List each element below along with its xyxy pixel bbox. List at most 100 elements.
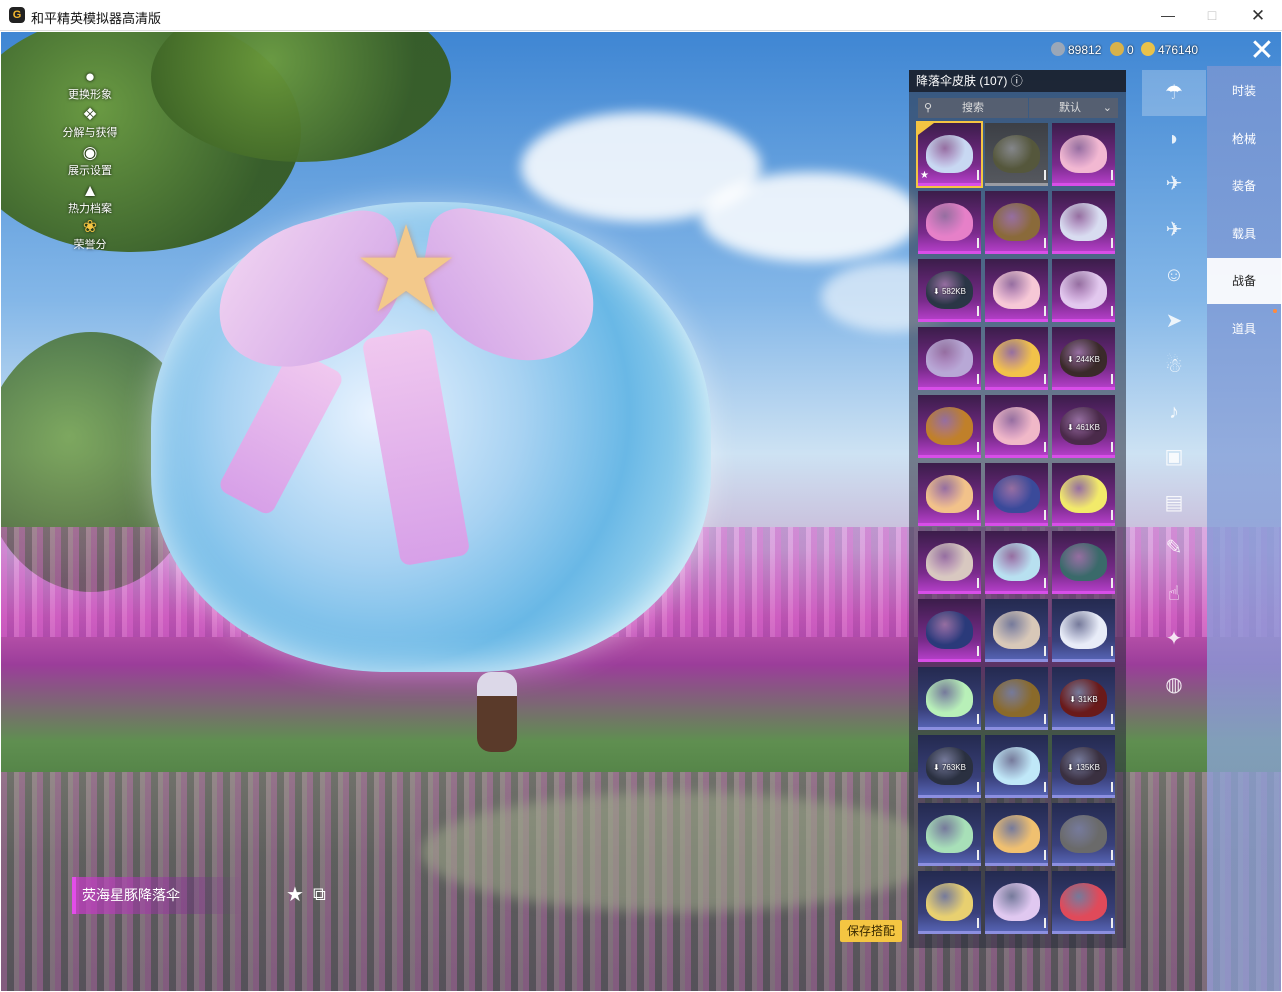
- skin-item[interactable]: [1052, 259, 1115, 322]
- download-size: ⬇ 31KB: [1069, 695, 1098, 704]
- parachute-thumbnail: [993, 679, 1040, 717]
- parachute-thumbnail: [926, 203, 973, 241]
- parachute-thumbnail: [926, 407, 973, 445]
- currency-value: 0: [1127, 43, 1134, 57]
- wand-icon[interactable]: ✦: [1142, 616, 1206, 662]
- bag-icon[interactable]: ◗: [1142, 116, 1206, 162]
- skin-item[interactable]: ⬇ 582KB: [918, 259, 981, 322]
- parachute-icon[interactable]: ☂: [1142, 70, 1206, 116]
- skin-item[interactable]: ⬇ 244KB: [1052, 327, 1115, 390]
- skin-item[interactable]: [918, 327, 981, 390]
- help-icon[interactable]: ⓘ: [1011, 74, 1023, 88]
- close-icon[interactable]: ✕: [1235, 0, 1281, 31]
- jet-icon[interactable]: ➤: [1142, 298, 1206, 344]
- speaker-icon[interactable]: ♪: [1142, 389, 1206, 435]
- skin-item[interactable]: [1052, 463, 1115, 526]
- laurel-icon: ❀: [82, 217, 98, 236]
- skin-item[interactable]: [918, 871, 981, 934]
- maximize-icon[interactable]: □: [1189, 0, 1235, 31]
- skin-item[interactable]: [985, 667, 1048, 730]
- skin-item[interactable]: [1052, 191, 1115, 254]
- tab-5[interactable]: 道具: [1207, 306, 1281, 352]
- search-icon: ⚲: [924, 102, 933, 114]
- parachute-thumbnail: [1060, 543, 1107, 581]
- parachute-thumbnail: [926, 135, 973, 173]
- skin-item[interactable]: [918, 463, 981, 526]
- spray-icon[interactable]: ✎: [1142, 525, 1206, 571]
- skin-item[interactable]: [918, 395, 981, 458]
- skin-item[interactable]: [1052, 803, 1115, 866]
- parachute-thumbnail: [926, 339, 973, 377]
- skin-item[interactable]: [918, 667, 981, 730]
- skin-item[interactable]: [985, 191, 1048, 254]
- menu-display-settings[interactable]: ◉ 展示设置: [62, 144, 118, 178]
- chest-icon[interactable]: ▣: [1142, 434, 1206, 480]
- window-title: 和平精英模拟器高清版: [31, 11, 162, 26]
- person-icon: ●: [84, 67, 96, 86]
- skin-item[interactable]: [985, 803, 1048, 866]
- skin-item[interactable]: ⬇ 31KB: [1052, 667, 1115, 730]
- menu-heat-profile[interactable]: ▲ 热力档案: [62, 182, 118, 216]
- save-outfit-button[interactable]: 保存搭配: [840, 920, 902, 942]
- parachute-thumbnail: [926, 475, 973, 513]
- glider-icon[interactable]: ✈: [1142, 161, 1206, 207]
- share-icon[interactable]: ⧉: [313, 884, 326, 905]
- skin-item[interactable]: [985, 871, 1048, 934]
- window-titlebar: G 和平精英模拟器高清版 — □ ✕: [0, 0, 1282, 31]
- skin-item[interactable]: ★: [916, 121, 983, 188]
- skin-item[interactable]: [1052, 599, 1115, 662]
- skin-item[interactable]: [1052, 871, 1115, 934]
- rarity-tick: [1044, 306, 1046, 316]
- skin-item[interactable]: [918, 531, 981, 594]
- plane-icon[interactable]: ✈: [1142, 207, 1206, 253]
- currency-value: 476140: [1158, 43, 1199, 57]
- close-wardrobe-icon[interactable]: ✕: [1242, 34, 1282, 68]
- tab-2[interactable]: 装备: [1207, 163, 1281, 209]
- menu-honor-score[interactable]: ❀ 荣誉分: [62, 218, 118, 252]
- rarity-tick: [1111, 578, 1113, 588]
- skin-item[interactable]: [985, 531, 1048, 594]
- skin-item[interactable]: [1052, 123, 1115, 186]
- rarity-tick: [977, 578, 979, 588]
- search-input[interactable]: ⚲ 搜索: [918, 98, 1028, 118]
- tab-1[interactable]: 枪械: [1207, 116, 1281, 162]
- tab-0[interactable]: 时装: [1207, 68, 1281, 114]
- category-strip: ☂ ◗ ✈ ✈ ☺ ➤ ☃ ♪ ▣ ▤ ✎ ☝ ✦ ◍: [1142, 70, 1206, 710]
- tab-3[interactable]: 载具: [1207, 211, 1281, 257]
- menu-label: 更换形象: [68, 89, 112, 101]
- rarity-tick: [977, 918, 979, 928]
- skin-item[interactable]: [985, 259, 1048, 322]
- hand-icon[interactable]: ☝: [1142, 571, 1206, 617]
- photo-frame-icon[interactable]: ▤: [1142, 480, 1206, 526]
- skin-item[interactable]: [985, 327, 1048, 390]
- tab-4[interactable]: 战备: [1207, 258, 1281, 304]
- rarity-tick: [977, 782, 979, 792]
- skin-item[interactable]: [985, 463, 1048, 526]
- pet-icon[interactable]: ☃: [1142, 343, 1206, 389]
- skin-item[interactable]: [985, 123, 1048, 186]
- skin-item[interactable]: [918, 191, 981, 254]
- saucer-icon[interactable]: ◍: [1142, 662, 1206, 708]
- menu-change-appearance[interactable]: ● 更换形象: [62, 68, 118, 102]
- parachute-thumbnail: [1060, 135, 1107, 173]
- skin-item[interactable]: [1052, 531, 1115, 594]
- skin-item[interactable]: [918, 803, 981, 866]
- rarity-tick: [1044, 442, 1046, 452]
- skin-item[interactable]: [918, 599, 981, 662]
- sort-dropdown[interactable]: 默认 ⌄: [1029, 98, 1118, 118]
- parachute-thumbnail: [926, 815, 973, 853]
- emote-icon[interactable]: ☺: [1142, 252, 1206, 298]
- skin-item[interactable]: [985, 599, 1048, 662]
- parachute-thumbnail: [993, 747, 1040, 785]
- gold-coin-icon: [1141, 42, 1155, 56]
- favorite-star-icon[interactable]: ★: [286, 882, 304, 907]
- skin-item[interactable]: [985, 395, 1048, 458]
- parachute-thumbnail: [1060, 815, 1107, 853]
- skin-item[interactable]: [985, 735, 1048, 798]
- minimize-icon[interactable]: —: [1145, 0, 1191, 31]
- skin-item[interactable]: ⬇ 461KB: [1052, 395, 1115, 458]
- skin-item[interactable]: ⬇ 763KB: [918, 735, 981, 798]
- menu-decompose[interactable]: ❖ 分解与获得: [62, 106, 118, 140]
- item-name-plate: 荧海星豚降落伞: [72, 877, 242, 914]
- skin-item[interactable]: ⬇ 135KB: [1052, 735, 1115, 798]
